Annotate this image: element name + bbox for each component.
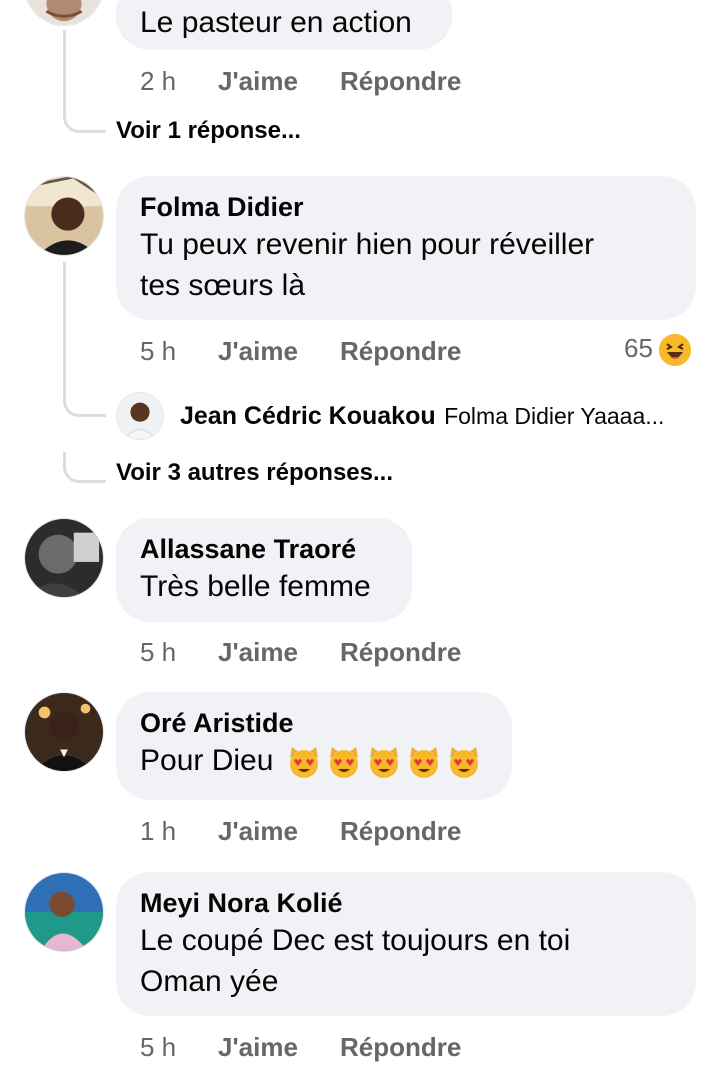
like-button[interactable]: J'aime [218,1030,298,1064]
avatar[interactable] [24,692,104,772]
heart-eyes-cat-icon [289,747,318,779]
heart-eyes-cat-icon [329,747,358,779]
comment-bubble: Allassane Traoré Très belle femme [116,518,412,622]
comment-time: 1 h [140,816,177,846]
avatar[interactable] [116,392,164,440]
thread-line [63,262,66,402]
comment-time: 5 h [140,1032,177,1062]
thread-line [63,30,66,110]
reply-button[interactable]: Répondre [340,635,461,669]
reaction-count-label: 65 [624,333,653,363]
avatar[interactable] [24,518,104,598]
comment-author[interactable]: Oré Aristide [140,706,488,740]
comment-bubble: Folma Didier Tu peux revenir hien pour r… [116,176,696,320]
emoji-row [282,744,482,779]
avatar[interactable] [24,0,104,26]
comment-time: 5 h [140,336,177,366]
comment-actions: 1 h J'aime Répondre [140,814,500,848]
comment-bubble: Oré Aristide Pour Dieu [116,692,512,800]
view-replies-link[interactable]: Voir 1 réponse... [116,116,301,146]
view-replies-link[interactable]: Voir 3 autres réponses... [116,458,393,488]
comment-actions: 5 h J'aime Répondre [140,635,500,669]
reply-button[interactable]: Répondre [340,1030,461,1064]
comment-author[interactable]: Allassane Traoré [140,532,388,566]
like-button[interactable]: J'aime [218,814,298,848]
comment-bubble: Le pasteur en action [116,0,452,50]
avatar[interactable] [24,176,104,256]
comment-text: tes sœurs là [140,269,306,302]
thread-connector [63,452,106,483]
reply-button[interactable]: Répondre [340,814,461,848]
like-button[interactable]: J'aime [218,635,298,669]
comment-bubble: Meyi Nora Kolié Le coupé Dec est toujour… [116,872,696,1016]
avatar[interactable] [24,872,104,952]
comment-actions: 5 h J'aime Répondre [140,1030,500,1064]
comment-author[interactable]: Meyi Nora Kolié [140,886,672,920]
laughing-face-icon [658,334,691,367]
reply-button[interactable]: Répondre [340,64,461,98]
reply-text: Folma Didier Yaaaa... [444,403,665,429]
like-button[interactable]: J'aime [218,334,298,368]
reply-author[interactable]: Jean Cédric Kouakou [180,402,436,430]
comment-time: 5 h [140,637,177,667]
comment-text: Très belle femme [140,570,371,603]
heart-eyes-cat-icon [369,747,398,779]
thread-connector [63,392,106,417]
reply-preview[interactable]: Jean Cédric Kouakou Folma Didier Yaaaa..… [180,400,700,436]
comment-text: Le pasteur en action [140,6,412,39]
reaction-count[interactable]: 65 [624,331,691,367]
heart-eyes-cat-icon [409,747,438,779]
like-button[interactable]: J'aime [218,64,298,98]
comment-text: Oman yée [140,965,279,998]
comment-actions: 5 h J'aime Répondre [140,334,500,368]
comment-text: Le coupé Dec est toujours en toi [140,924,571,957]
comment-text-content: Pour Dieu [140,744,274,777]
thread-connector [63,100,106,133]
comment-text: Tu peux revenir hien pour réveiller [140,228,595,261]
reply-button[interactable]: Répondre [340,334,461,368]
comment-author[interactable]: Folma Didier [140,190,672,224]
comment-time: 2 h [140,66,177,96]
heart-eyes-cat-icon [449,747,478,779]
comment-actions: 2 h J'aime Répondre [140,64,500,98]
comment-text: Pour Dieu [140,740,488,781]
